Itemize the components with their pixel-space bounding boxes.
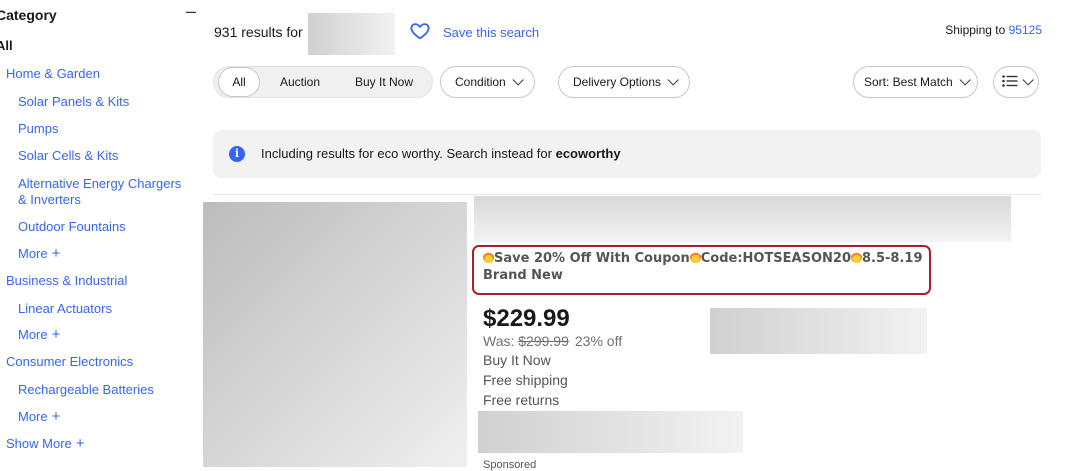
delivery-options-dropdown[interactable]: Delivery Options xyxy=(558,66,691,98)
subtitle-part: 8.5-8.19 xyxy=(862,251,923,266)
subtitle-part: Save 20% Off With Coupon xyxy=(494,251,690,266)
chevron-down-icon xyxy=(959,74,971,86)
tab-buy-it-now[interactable]: Buy It Now xyxy=(344,67,424,97)
redacted-seller-info xyxy=(710,308,927,354)
original-price: $299.99 xyxy=(518,333,569,349)
item-format: Buy It Now xyxy=(483,352,551,368)
sidebar-item-label: & Inverters xyxy=(18,192,81,207)
item-thumbnail[interactable] xyxy=(203,202,467,467)
sidebar-item-solar-panels[interactable]: Solar Panels & Kits xyxy=(18,94,129,110)
redacted-item-info xyxy=(478,411,743,453)
category-all[interactable]: All xyxy=(0,38,13,53)
sidebar-item-label: More xyxy=(18,246,48,261)
chevron-down-icon xyxy=(1022,74,1034,86)
item-subtitle: Save 20% Off With Coupon Code:HOTSEASON20… xyxy=(483,250,923,266)
sidebar-item-label: Alternative Energy Chargers xyxy=(18,176,182,191)
item-price: $229.99 xyxy=(483,305,570,332)
sidebar-item-pumps[interactable]: Pumps xyxy=(18,121,58,137)
banner-prefix: Including results for eco worthy. Search… xyxy=(261,146,552,161)
fire-icon xyxy=(851,250,862,263)
sidebar-item-consumer-electronics[interactable]: Consumer Electronics xyxy=(6,354,133,370)
banner-text: Including results for eco worthy. Search… xyxy=(261,146,621,161)
sidebar-item-label: More xyxy=(18,327,48,342)
sort-label: Sort: Best Match xyxy=(864,75,953,89)
results-count: 931 results for xyxy=(214,24,303,40)
plus-icon: + xyxy=(51,326,61,343)
sidebar-item-rechargeable-batteries[interactable]: Rechargeable Batteries xyxy=(18,382,154,398)
info-banner: i Including results for eco worthy. Sear… xyxy=(213,130,1041,178)
chevron-down-icon xyxy=(667,74,679,86)
fire-icon xyxy=(689,250,701,263)
fire-icon xyxy=(483,250,494,263)
sidebar-item-outdoor-fountains[interactable]: Outdoor Fountains xyxy=(18,219,126,235)
info-icon: i xyxy=(229,146,245,162)
sort-dropdown[interactable]: Sort: Best Match xyxy=(853,66,978,98)
sidebar-item-business-industrial[interactable]: Business & Industrial xyxy=(6,273,127,289)
sidebar-more-home-garden[interactable]: More + xyxy=(18,246,60,262)
zip-code-link[interactable]: 95125 xyxy=(1009,23,1042,37)
heart-icon[interactable] xyxy=(409,20,431,42)
discount-label: 23% off xyxy=(574,333,623,349)
subtitle-part: Code:HOTSEASON20 xyxy=(700,251,851,266)
collapse-icon[interactable]: – xyxy=(186,1,196,22)
tab-all[interactable]: All xyxy=(218,67,260,97)
sidebar-more-electronics[interactable]: More + xyxy=(18,409,60,425)
category-heading: Category xyxy=(0,7,57,23)
redacted-query xyxy=(308,13,395,55)
condition-dropdown[interactable]: Condition xyxy=(440,66,535,98)
sidebar-item-label: More xyxy=(18,409,48,424)
redacted-item-title[interactable] xyxy=(474,196,1011,242)
delivery-label: Delivery Options xyxy=(573,75,662,89)
list-view-icon xyxy=(1002,75,1018,87)
sidebar-item-solar-cells[interactable]: Solar Cells & Kits xyxy=(18,148,118,164)
sponsored-label: Sponsored xyxy=(483,459,537,471)
item-was-price: Was: $299.99 23% off xyxy=(483,333,622,349)
alt-query-link[interactable]: ecoworthy xyxy=(556,146,621,161)
condition-label: Condition xyxy=(455,75,506,89)
tab-auction[interactable]: Auction xyxy=(268,67,332,97)
shipping-to: Shipping to 95125 xyxy=(945,23,1042,37)
plus-icon: + xyxy=(51,245,61,262)
was-label: Was: xyxy=(483,333,515,349)
plus-icon: + xyxy=(51,408,61,425)
item-shipping: Free shipping xyxy=(483,372,568,388)
sidebar-show-more[interactable]: Show More + xyxy=(6,436,85,452)
sidebar-item-alt-energy[interactable]: Alternative Energy Chargers & Inverters xyxy=(18,176,181,208)
sidebar-item-home-garden[interactable]: Home & Garden xyxy=(6,66,100,82)
sidebar-more-business[interactable]: More + xyxy=(18,327,60,343)
view-toggle-button[interactable] xyxy=(993,66,1039,98)
save-search-link[interactable]: Save this search xyxy=(443,25,539,40)
sidebar-item-label: Show More xyxy=(6,436,72,451)
item-returns: Free returns xyxy=(483,392,560,408)
plus-icon: + xyxy=(75,435,85,452)
chevron-down-icon xyxy=(512,74,524,86)
shipping-label: Shipping to xyxy=(945,23,1006,37)
item-condition: Brand New xyxy=(483,268,563,283)
divider xyxy=(213,194,1041,195)
format-segmented-control: All Auction Buy It Now xyxy=(213,66,433,98)
sidebar-item-linear-actuators[interactable]: Linear Actuators xyxy=(18,301,112,317)
